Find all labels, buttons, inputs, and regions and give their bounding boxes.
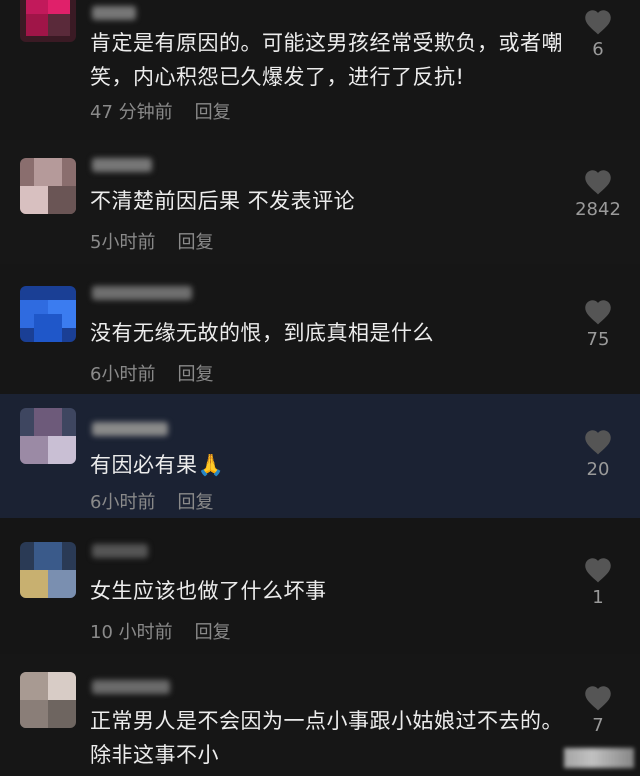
avatar[interactable] bbox=[20, 158, 76, 214]
like-button[interactable]: 75 bbox=[570, 298, 626, 350]
heart-icon bbox=[585, 300, 611, 325]
comment-text: 肯定是有原因的。可能这男孩经常受欺负，或者嘲笑，内心积怨已久爆发了，进行了反抗! bbox=[90, 31, 563, 89]
heart-icon bbox=[585, 10, 611, 35]
like-count: 6 bbox=[592, 39, 604, 60]
comment-time: 47 分钟前 bbox=[90, 102, 173, 123]
like-button[interactable]: 20 bbox=[570, 428, 626, 480]
heart-icon bbox=[585, 170, 611, 195]
comment-item: 有因必有果🙏 6小时前 回复 20 bbox=[0, 394, 640, 518]
heart-icon bbox=[585, 686, 611, 711]
comment-item: 不清楚前因后果 不发表评论 5小时前 回复 2842 bbox=[0, 140, 640, 264]
comment-meta: 6小时前 回复 bbox=[90, 360, 213, 386]
reply-button[interactable]: 回复 bbox=[177, 492, 213, 513]
watermark-redacted bbox=[564, 748, 634, 768]
heart-icon bbox=[585, 558, 611, 583]
username-redacted bbox=[92, 6, 136, 20]
comment-time: 6小时前 bbox=[90, 364, 156, 385]
reply-button[interactable]: 回复 bbox=[195, 102, 231, 123]
like-button[interactable]: 6 bbox=[570, 8, 626, 60]
comment-text: 有因必有果🙏 bbox=[90, 453, 225, 477]
like-count: 20 bbox=[586, 459, 610, 480]
like-count: 75 bbox=[586, 329, 610, 350]
comment-meta: 47 分钟前 回复 bbox=[90, 98, 231, 124]
avatar[interactable] bbox=[20, 0, 76, 42]
username-redacted bbox=[92, 422, 168, 436]
comment-meta: 6小时前 回复 bbox=[90, 488, 213, 514]
like-count: 7 bbox=[592, 715, 604, 736]
comment-item: 正常男人是不会因为一点小事跟小姑娘过不去的。除非这事不小 7 bbox=[0, 654, 640, 776]
comment-time: 5小时前 bbox=[90, 232, 156, 253]
like-button[interactable]: 2842 bbox=[562, 168, 634, 220]
comment-time: 10 小时前 bbox=[90, 622, 173, 643]
avatar[interactable] bbox=[20, 286, 76, 342]
comment-text: 女生应该也做了什么坏事 bbox=[90, 579, 327, 603]
comment-text: 不清楚前因后果 不发表评论 bbox=[90, 189, 356, 213]
comment-time: 6小时前 bbox=[90, 492, 156, 513]
avatar[interactable] bbox=[20, 672, 76, 728]
username-redacted bbox=[92, 680, 170, 694]
reply-button[interactable]: 回复 bbox=[177, 232, 213, 253]
reply-button[interactable]: 回复 bbox=[177, 364, 213, 385]
comment-text: 没有无缘无故的恨，到底真相是什么 bbox=[90, 321, 434, 345]
comment-item: 没有无缘无故的恨，到底真相是什么 6小时前 回复 75 bbox=[0, 264, 640, 394]
comment-meta: 10 小时前 回复 bbox=[90, 618, 231, 644]
like-count: 2842 bbox=[575, 199, 621, 220]
comment-meta: 5小时前 回复 bbox=[90, 228, 213, 254]
reply-button[interactable]: 回复 bbox=[195, 622, 231, 643]
comment-item: 女生应该也做了什么坏事 10 小时前 回复 1 bbox=[0, 518, 640, 654]
username-redacted bbox=[92, 544, 148, 558]
like-button[interactable]: 1 bbox=[570, 556, 626, 608]
username-redacted bbox=[92, 158, 152, 172]
like-count: 1 bbox=[592, 587, 604, 608]
like-button[interactable]: 7 bbox=[570, 684, 626, 736]
avatar[interactable] bbox=[20, 408, 76, 464]
heart-icon bbox=[585, 430, 611, 455]
comment-item: 肯定是有原因的。可能这男孩经常受欺负，或者嘲笑，内心积怨已久爆发了，进行了反抗!… bbox=[0, 0, 640, 140]
username-redacted bbox=[92, 286, 192, 300]
comment-text: 正常男人是不会因为一点小事跟小姑娘过不去的。除非这事不小 bbox=[90, 709, 563, 767]
avatar[interactable] bbox=[20, 542, 76, 598]
